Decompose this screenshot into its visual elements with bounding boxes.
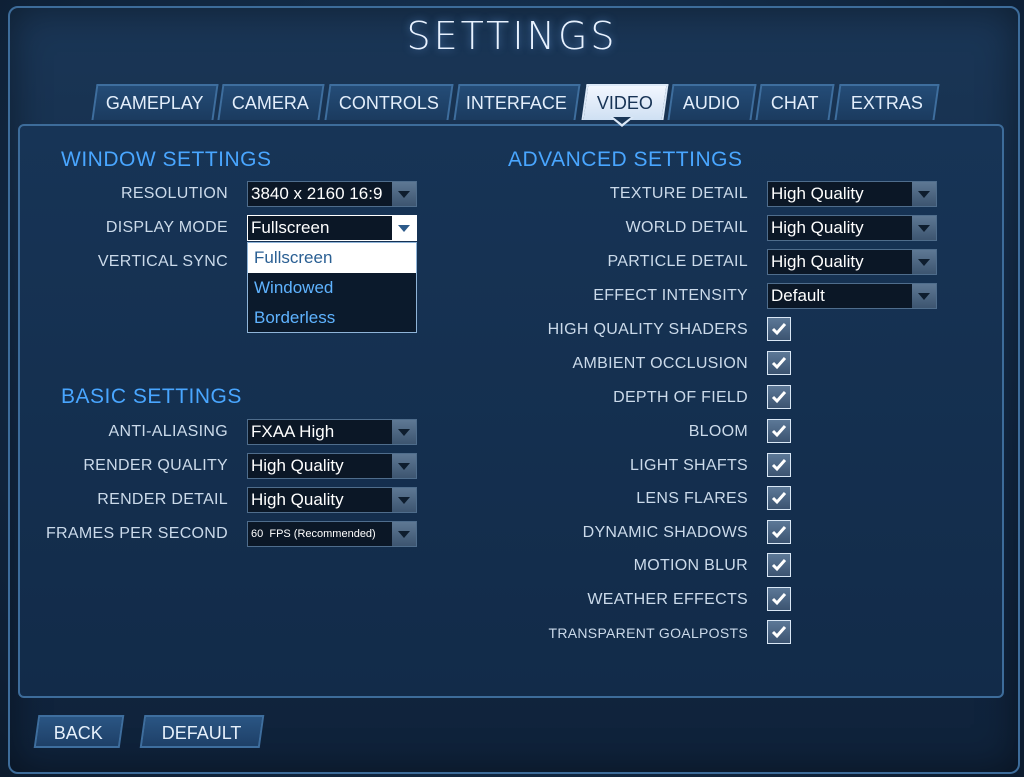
texture-detail-dropdown[interactable]: High Quality — [767, 181, 937, 207]
tab-extras[interactable]: EXTRAS — [834, 84, 940, 120]
particle-detail-dropdown[interactable]: High Quality — [767, 249, 937, 275]
anti-aliasing-label: ANTI-ALIASING — [108, 423, 228, 440]
render-detail-value: High Quality — [251, 490, 344, 509]
chevron-down-icon — [912, 250, 936, 274]
motion-blur-checkbox[interactable] — [767, 553, 791, 577]
lens-flares-label: LENS FLARES — [636, 490, 748, 507]
back-button[interactable]: BACK — [33, 715, 125, 748]
render-quality-label: RENDER QUALITY — [83, 457, 228, 474]
menu-item-borderless[interactable]: Borderless — [248, 303, 416, 333]
dynamic-shadows-checkbox[interactable] — [767, 520, 791, 544]
checkmark-icon — [771, 626, 787, 639]
chevron-down-icon — [392, 182, 416, 206]
basic-settings-heading: BASIC SETTINGS — [61, 385, 242, 408]
advanced-settings-heading: ADVANCED SETTINGS — [508, 148, 743, 171]
effect-intensity-label: EFFECT INTENSITY — [593, 287, 748, 304]
chevron-down-icon — [392, 488, 416, 512]
render-detail-dropdown[interactable]: High Quality — [247, 487, 417, 513]
resolution-dropdown[interactable]: 3840 x 2160 16:9 — [247, 181, 417, 207]
tab-interface[interactable]: INTERFACE — [453, 84, 581, 120]
depth-of-field-label: DEPTH OF FIELD — [613, 389, 748, 406]
depth-of-field-checkbox[interactable] — [767, 385, 791, 409]
fps-dropdown[interactable]: 60 FPS (Recommended) — [247, 521, 417, 547]
render-quality-dropdown[interactable]: High Quality — [247, 453, 417, 479]
default-button[interactable]: DEFAULT — [139, 715, 265, 748]
chevron-down-icon — [912, 216, 936, 240]
transparent-goalposts-checkbox[interactable] — [767, 620, 791, 644]
lens-flares-checkbox[interactable] — [767, 486, 791, 510]
tab-chat[interactable]: CHAT — [755, 84, 835, 120]
checkmark-icon — [771, 459, 787, 472]
chevron-down-icon — [912, 284, 936, 308]
ambient-occlusion-label: AMBIENT OCCLUSION — [572, 355, 748, 372]
window-settings-heading: WINDOW SETTINGS — [61, 148, 272, 171]
high-quality-shaders-checkbox[interactable] — [767, 317, 791, 341]
checkmark-icon — [771, 391, 787, 404]
world-detail-dropdown[interactable]: High Quality — [767, 215, 937, 241]
menu-item-windowed[interactable]: Windowed — [248, 273, 416, 303]
transparent-goalposts-label: TRANSPARENT GOALPOSTS — [548, 625, 748, 641]
light-shafts-checkbox[interactable] — [767, 453, 791, 477]
tab-audio[interactable]: AUDIO — [667, 84, 757, 120]
chevron-down-icon — [392, 454, 416, 478]
bloom-checkbox[interactable] — [767, 419, 791, 443]
tab-gameplay[interactable]: GAMEPLAY — [91, 84, 219, 120]
render-detail-label: RENDER DETAIL — [97, 491, 228, 508]
anti-aliasing-dropdown[interactable]: FXAA High — [247, 419, 417, 445]
resolution-label: RESOLUTION — [120, 185, 228, 202]
display-mode-menu: Fullscreen Windowed Borderless — [247, 242, 417, 333]
light-shafts-label: LIGHT SHAFTS — [630, 457, 748, 474]
effect-intensity-value: Default — [771, 286, 825, 305]
tab-camera[interactable]: CAMERA — [217, 84, 325, 120]
weather-effects-label: WEATHER EFFECTS — [587, 591, 748, 608]
texture-detail-value: High Quality — [771, 184, 864, 203]
resolution-value: 3840 x 2160 16:9 — [251, 184, 383, 203]
checkmark-icon — [771, 323, 787, 336]
active-tab-pointer-inner — [613, 117, 631, 124]
checkmark-icon — [771, 559, 787, 572]
ambient-occlusion-checkbox[interactable] — [767, 351, 791, 375]
bloom-label: BLOOM — [688, 423, 748, 440]
checkmark-icon — [771, 593, 787, 606]
fps-value: 60 FPS (Recommended) — [251, 528, 376, 540]
particle-detail-label: PARTICLE DETAIL — [607, 253, 748, 270]
texture-detail-label: TEXTURE DETAIL — [609, 185, 748, 202]
video-settings-panel — [18, 124, 1004, 698]
checkmark-icon — [771, 526, 787, 539]
anti-aliasing-value: FXAA High — [251, 422, 335, 441]
display-mode-dropdown[interactable]: Fullscreen — [247, 215, 417, 241]
world-detail-value: High Quality — [771, 218, 864, 237]
chevron-down-icon — [392, 420, 416, 444]
effect-intensity-dropdown[interactable]: Default — [767, 283, 937, 309]
checkmark-icon — [771, 425, 787, 438]
chevron-down-icon — [392, 522, 416, 546]
tab-video[interactable]: VIDEO — [581, 84, 669, 120]
fps-label: FRAMES PER SECOND — [45, 525, 228, 542]
vertical-sync-label: VERTICAL SYNC — [97, 253, 228, 270]
checkmark-icon — [771, 357, 787, 370]
display-mode-value: Fullscreen — [251, 218, 330, 237]
high-quality-shaders-label: HIGH QUALITY SHADERS — [547, 321, 748, 338]
chevron-down-icon — [392, 216, 416, 240]
dynamic-shadows-label: DYNAMIC SHADOWS — [582, 524, 748, 541]
particle-detail-value: High Quality — [771, 252, 864, 271]
checkmark-icon — [771, 492, 787, 505]
tab-controls[interactable]: CONTROLS — [324, 84, 454, 120]
render-quality-value: High Quality — [251, 456, 344, 475]
menu-item-fullscreen[interactable]: Fullscreen — [248, 243, 416, 273]
page-title: SETTINGS — [406, 14, 618, 58]
display-mode-label: DISPLAY MODE — [105, 219, 228, 236]
world-detail-label: WORLD DETAIL — [625, 219, 748, 236]
weather-effects-checkbox[interactable] — [767, 587, 791, 611]
chevron-down-icon — [912, 182, 936, 206]
motion-blur-label: MOTION BLUR — [633, 557, 748, 574]
